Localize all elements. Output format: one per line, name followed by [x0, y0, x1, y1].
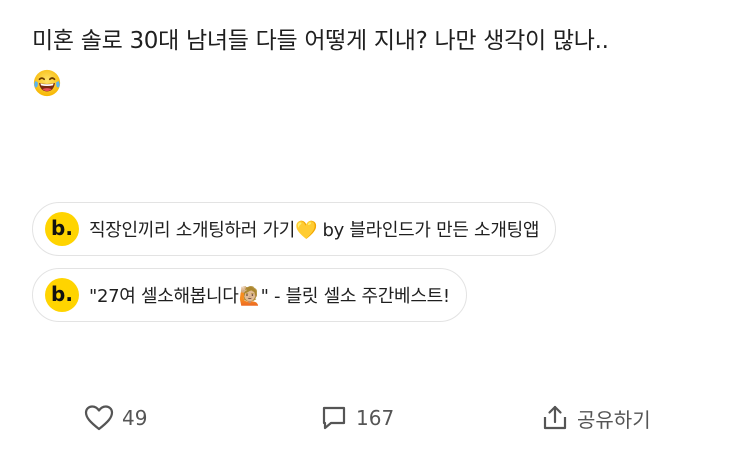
link-chip-label: "27여 셀소해봅니다🙋🏼" - 블릿 셀소 주간베스트! — [89, 286, 450, 307]
link-chip-label: 직장인끼리 소개팅하러 가기💛 by 블라인드가 만든 소개팅앱 — [89, 220, 540, 241]
link-chip-blind-dating[interactable]: b. 직장인끼리 소개팅하러 가기💛 by 블라인드가 만든 소개팅앱 — [32, 202, 557, 256]
share-button[interactable]: 공유하기 — [541, 398, 651, 438]
share-icon — [543, 405, 567, 430]
comment-button[interactable]: 167 — [320, 398, 394, 438]
post-text: 미혼 솔로 30대 남녀들 다들 어떻게 지내? 나만 생각이 많나.. — [32, 28, 609, 54]
link-chip-self-intro-best[interactable]: b. "27여 셀소해봅니다🙋🏼" - 블릿 셀소 주간베스트! — [32, 268, 467, 322]
share-label: 공유하기 — [577, 407, 651, 432]
comment-count: 167 — [356, 406, 395, 430]
blind-logo-icon: b. — [45, 212, 79, 246]
comment-icon — [322, 406, 346, 430]
laughing-tears-emoji-icon — [33, 69, 61, 97]
blind-logo-icon: b. — [45, 278, 79, 312]
like-button[interactable]: 49 — [84, 398, 147, 438]
post-body: 미혼 솔로 30대 남녀들 다들 어떻게 지내? 나만 생각이 많나.. — [32, 22, 712, 98]
heart-icon — [84, 405, 114, 431]
related-links: b. 직장인끼리 소개팅하러 가기💛 by 블라인드가 만든 소개팅앱 b. "… — [32, 202, 557, 334]
post-actions: 49 167 공유하기 — [0, 398, 732, 438]
like-count: 49 — [122, 406, 148, 430]
